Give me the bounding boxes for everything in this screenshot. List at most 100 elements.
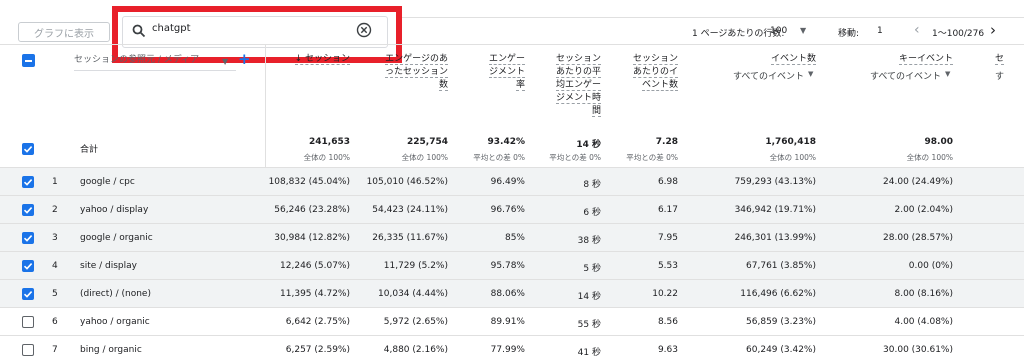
row-checkbox[interactable] [22,232,34,244]
goto-input[interactable]: 1 [877,26,883,36]
column-header[interactable]: エンゲージのあ ったセッション数 [358,53,448,92]
row-value: 108,832 (45.04%) [268,177,350,187]
search-icon [132,24,146,38]
total-value: 98.00 [924,137,953,147]
table-row[interactable]: 1 google / cpc 108,832 (45.04%) 105,010 (46… [0,167,1024,195]
column-header-label: ベント数 [641,80,678,91]
column-header-label: 均エンゲー [555,80,601,91]
column-header[interactable]: イベント数 [706,53,816,66]
column-header-label: あたりの平 [555,67,601,78]
row-value: 12,246 (5.07%) [280,261,350,271]
event-filter-select[interactable]: すべてのイベント [843,69,941,82]
total-value: 1,760,418 [765,137,816,147]
column-header[interactable]: セッション あたりのイ ベント数 [608,53,678,92]
column-header-label: 数 [438,80,448,91]
row-value: 759,293 (43.13%) [734,177,816,187]
row-source-medium[interactable]: yahoo / organic [80,317,150,327]
column-header-label: あたりのイ [632,67,678,78]
total-subtext: 全体の 100% [769,153,816,162]
header-divider [0,44,1024,45]
show-in-graph-button[interactable]: グラフに表示 [18,22,110,42]
row-value: 6,642 (2.75%) [285,317,350,327]
column-header-label: エンゲー [488,54,525,65]
row-number: 7 [52,345,58,355]
row-value: 8.56 [657,317,678,327]
next-page-icon[interactable]: › [990,21,996,39]
rows-per-page-select[interactable]: 100 [770,26,787,36]
row-value: 6,257 (2.59%) [285,345,350,355]
total-subtext: 平均との差 0% [626,153,678,162]
table-row[interactable]: 6 yahoo / organic 6,642 (2.75%) 5,972 (2.65… [0,307,1024,335]
row-value: 60,249 (3.42%) [746,345,816,355]
row-checkbox[interactable] [22,204,34,216]
total-value: 241,653 [309,137,350,147]
column-header-label: 間 [591,106,601,117]
row-value: 6.98 [657,177,678,187]
select-all-checkbox[interactable] [22,54,35,67]
row-value: 4.00 (4.08%) [894,317,953,327]
row-checkbox[interactable] [22,288,34,300]
row-value: 346,942 (19.71%) [734,205,816,215]
prev-page-icon[interactable]: ‹ [914,22,920,38]
row-value: 5.53 [657,261,678,271]
row-value: 28.00 (28.57%) [883,233,953,243]
row-source-medium[interactable]: bing / organic [80,345,142,355]
table-row[interactable]: 4 site / display 12,246 (5.07%) 11,729 (5.2… [0,251,1024,279]
total-value: 7.28 [655,137,678,147]
row-value: 67,761 (3.85%) [746,261,816,271]
row-source-medium[interactable]: site / display [80,261,137,271]
row-value: 246,301 (13.99%) [734,233,816,243]
row-checkbox[interactable] [22,260,34,272]
column-header-label: キーイベント [898,54,953,65]
search-value: chatgpt [152,23,191,34]
table-row[interactable]: 7 bing / organic 6,257 (2.59%) 4,880 (2.16%… [0,335,1024,363]
row-checkbox[interactable] [22,344,34,356]
row-value: 30.00 (30.61%) [883,345,953,355]
event-filter-select[interactable]: すべてのイベント [706,69,804,82]
add-dimension-icon[interactable]: + [238,50,251,68]
column-header[interactable]: ↓ セッション [270,53,350,66]
column-header-label: ジメント時 [555,93,601,104]
chevron-down-icon[interactable]: ▼ [800,26,806,35]
row-value: 8.00 (8.16%) [894,289,953,299]
totals-checkbox[interactable] [22,143,34,155]
column-header[interactable]: セ [984,53,1004,66]
event-filter-select[interactable]: す [984,69,1004,82]
column-header-label: ↓ セッション [294,54,350,65]
row-number: 6 [52,317,58,327]
chevron-down-icon[interactable]: ▼ [222,57,228,66]
column-header[interactable]: キーイベント [843,53,953,66]
column-header-label: イベント数 [770,54,816,65]
totals-label: 合計 [80,145,99,155]
row-value: 6.17 [657,205,678,215]
table-row[interactable]: 2 yahoo / display 56,246 (23.28%) 54,423 (2… [0,195,1024,223]
row-value: 0.00 (0%) [908,261,953,271]
column-header[interactable]: エンゲー ジメント率 [465,53,525,92]
goto-label: 移動: [838,29,860,39]
row-value: 10.22 [652,289,678,299]
chevron-down-icon[interactable]: ▼ [808,70,813,78]
dimension-select[interactable]: セッションの参照元 / メディア [74,52,236,71]
row-value: 11,395 (4.72%) [280,289,350,299]
row-checkbox[interactable] [22,316,34,328]
row-source-medium[interactable]: yahoo / display [80,205,148,215]
row-source-medium[interactable]: (direct) / (none) [80,289,151,299]
clear-search-icon[interactable] [356,22,372,38]
row-value: 9.63 [657,345,678,355]
table-row[interactable]: 3 google / organic 30,984 (12.82%) 26,335 (… [0,223,1024,251]
row-number: 2 [52,205,58,215]
row-number: 4 [52,261,58,271]
row-number: 3 [52,233,58,243]
table-row[interactable]: 5 (direct) / (none) 11,395 (4.72%) 10,034 (… [0,279,1024,307]
column-header[interactable]: セッションあたりの平均エンゲージメント時間 [531,53,601,118]
row-value: 56,246 (23.28%) [274,205,350,215]
row-source-medium[interactable]: google / organic [80,233,153,243]
row-checkbox[interactable] [22,176,34,188]
row-source-medium[interactable]: google / cpc [80,177,135,187]
chevron-down-icon[interactable]: ▼ [945,70,950,78]
row-number: 1 [52,177,58,187]
column-header-label: セッション [555,54,601,65]
total-subtext: 全体の 100% [906,153,953,162]
dimension-divider [265,45,266,167]
row-number: 5 [52,289,58,299]
